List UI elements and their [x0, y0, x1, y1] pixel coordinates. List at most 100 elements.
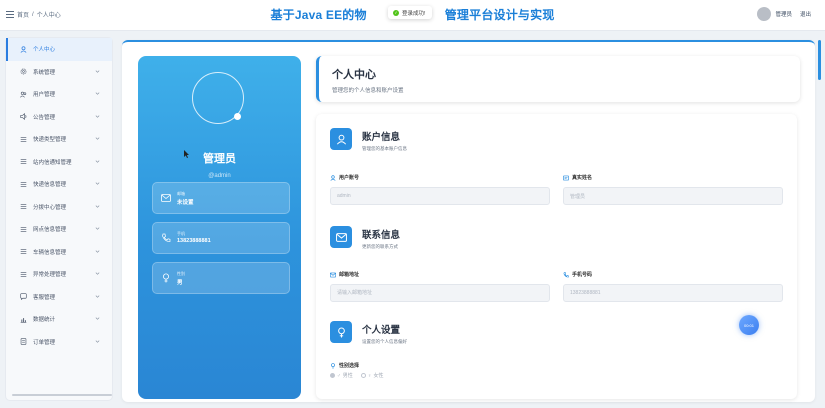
speaker-icon	[20, 113, 27, 121]
chevron-down-icon[interactable]	[95, 316, 100, 321]
profile-email-value: 未设置	[177, 200, 194, 206]
profile-gender-box: 性别 男	[152, 262, 290, 294]
users-icon	[20, 91, 27, 98]
chevron-down-icon[interactable]	[95, 226, 100, 231]
profile-gender-value: 男	[177, 280, 183, 286]
page-title: 个人中心	[332, 69, 376, 81]
scroll-indicator[interactable]	[818, 40, 821, 80]
realname-input[interactable]	[563, 187, 783, 205]
male-label: 男性	[342, 373, 353, 379]
list-icon	[20, 248, 27, 255]
chevron-down-icon[interactable]	[95, 91, 100, 96]
personal-section-subtitle: 设置您的个人信息偏好	[362, 339, 407, 344]
sidebar-item[interactable]: 公告管理	[6, 106, 112, 129]
personal-section-title: 个人设置	[362, 325, 401, 336]
user-area: 管理员 退出	[757, 7, 811, 21]
sidebar-item[interactable]: 数据统计	[6, 308, 112, 331]
phone-input[interactable]	[563, 284, 783, 302]
chevron-down-icon[interactable]	[95, 339, 100, 344]
sidebar-item[interactable]: 用户管理	[6, 83, 112, 106]
list-icon	[20, 158, 27, 165]
sidebar-item[interactable]: 个人中心	[6, 38, 112, 61]
gender-radio-female[interactable]: ♀ 女性	[360, 372, 384, 379]
sidebar-item-label: 异常处理管理	[33, 272, 67, 279]
gender-icon	[337, 326, 345, 337]
chart-icon	[20, 316, 27, 323]
user-icon	[330, 174, 336, 181]
sidebar-item-label: 个人中心	[33, 47, 56, 54]
email-input[interactable]	[330, 284, 550, 302]
check-icon: ✓	[393, 9, 399, 16]
chevron-down-icon[interactable]	[95, 249, 100, 254]
sidebar-item[interactable]: 快递类型管理	[6, 128, 112, 151]
sidebar-item-label: 系统管理	[33, 69, 56, 76]
profile-gender-label: 性别	[177, 271, 185, 276]
online-status-dot	[234, 113, 241, 120]
mail-icon	[330, 272, 336, 277]
phone-icon	[563, 271, 569, 277]
phone-label: 手机号码	[563, 271, 592, 278]
floating-timer-button[interactable]: 00:01	[739, 315, 759, 335]
order-icon	[20, 338, 27, 346]
profile-phone-label: 手机	[177, 231, 185, 236]
sidebar-item-label: 网点信息管理	[33, 227, 67, 234]
profile-card: 管理员 @admin 邮箱 未设置 手机 13823888881 性别 男	[138, 56, 301, 399]
chat-icon	[20, 293, 27, 301]
profile-email-box: 邮箱 未设置	[152, 182, 290, 214]
logout-link[interactable]: 退出	[800, 10, 811, 18]
gender-select-label: 性别选择	[330, 362, 359, 369]
chevron-down-icon[interactable]	[95, 271, 100, 276]
sidebar-item[interactable]: 快递信息管理	[6, 173, 112, 196]
chevron-down-icon[interactable]	[95, 136, 100, 141]
sidebar-item[interactable]: 网点信息管理	[6, 218, 112, 241]
sidebar-item-label: 客服管理	[33, 294, 56, 301]
sidebar-item[interactable]: 车辆信息管理	[6, 241, 112, 264]
gear-icon	[20, 68, 27, 75]
chevron-down-icon[interactable]	[95, 159, 100, 164]
sidebar-item-label: 车辆信息管理	[33, 249, 67, 256]
mouse-cursor-icon	[184, 150, 189, 158]
realname-label-text: 真实姓名	[572, 175, 593, 181]
list-icon	[20, 136, 27, 143]
email-label-text: 邮箱地址	[339, 272, 360, 278]
profile-phone-box: 手机 13823888881	[152, 222, 290, 254]
mail-icon	[335, 232, 347, 242]
chevron-down-icon[interactable]	[95, 294, 100, 299]
sidebar-item[interactable]: 系统管理	[6, 61, 112, 84]
sidebar-item[interactable]: 站内信通知管理	[6, 151, 112, 174]
site-title-left: 基于Java EE的物	[270, 8, 367, 22]
sidebar-scrollbar[interactable]	[12, 394, 112, 396]
radio-checked-icon[interactable]	[330, 373, 335, 378]
female-icon: ♀	[367, 372, 372, 379]
phone-label-text: 手机号码	[572, 272, 593, 278]
personal-section-icon	[330, 321, 352, 343]
chevron-down-icon[interactable]	[95, 181, 100, 186]
site-title-right: 管理平台设计与实现	[444, 8, 555, 22]
account-section-title: 账户信息	[362, 132, 401, 143]
avatar[interactable]	[757, 7, 772, 21]
chevron-down-icon[interactable]	[95, 69, 100, 74]
user-name[interactable]: 管理员	[775, 10, 792, 18]
list-icon	[20, 226, 27, 233]
sidebar-item[interactable]: 订单管理	[6, 331, 112, 354]
user-icon	[336, 134, 346, 145]
settings-form-card: 账户信息 管理您的基本账户信息 用户账号 真实姓名 联系信息 更新您的联系方式 …	[316, 114, 797, 399]
list-icon	[20, 203, 27, 210]
contact-section-title: 联系信息	[362, 230, 401, 241]
mail-icon	[161, 194, 171, 202]
sidebar-item[interactable]: 分拨中心管理	[6, 196, 112, 219]
chevron-down-icon[interactable]	[95, 114, 100, 119]
sidebar-item[interactable]: 客服管理	[6, 286, 112, 309]
phone-icon	[162, 233, 171, 242]
chevron-down-icon[interactable]	[95, 204, 100, 209]
contact-section-icon	[330, 226, 352, 248]
gender-radio-male[interactable]: ♂ 男性	[330, 372, 353, 379]
radio-unchecked-icon[interactable]	[360, 373, 366, 378]
profile-name: 管理员	[203, 153, 236, 165]
user-icon	[20, 46, 27, 53]
female-label: 女性	[373, 373, 384, 379]
gender-radio-group: ♂ 男性 ♀ 女性	[330, 372, 384, 379]
sidebar-item[interactable]: 异常处理管理	[6, 263, 112, 286]
profile-email-label: 邮箱	[177, 191, 185, 196]
account-input[interactable]	[330, 187, 550, 205]
